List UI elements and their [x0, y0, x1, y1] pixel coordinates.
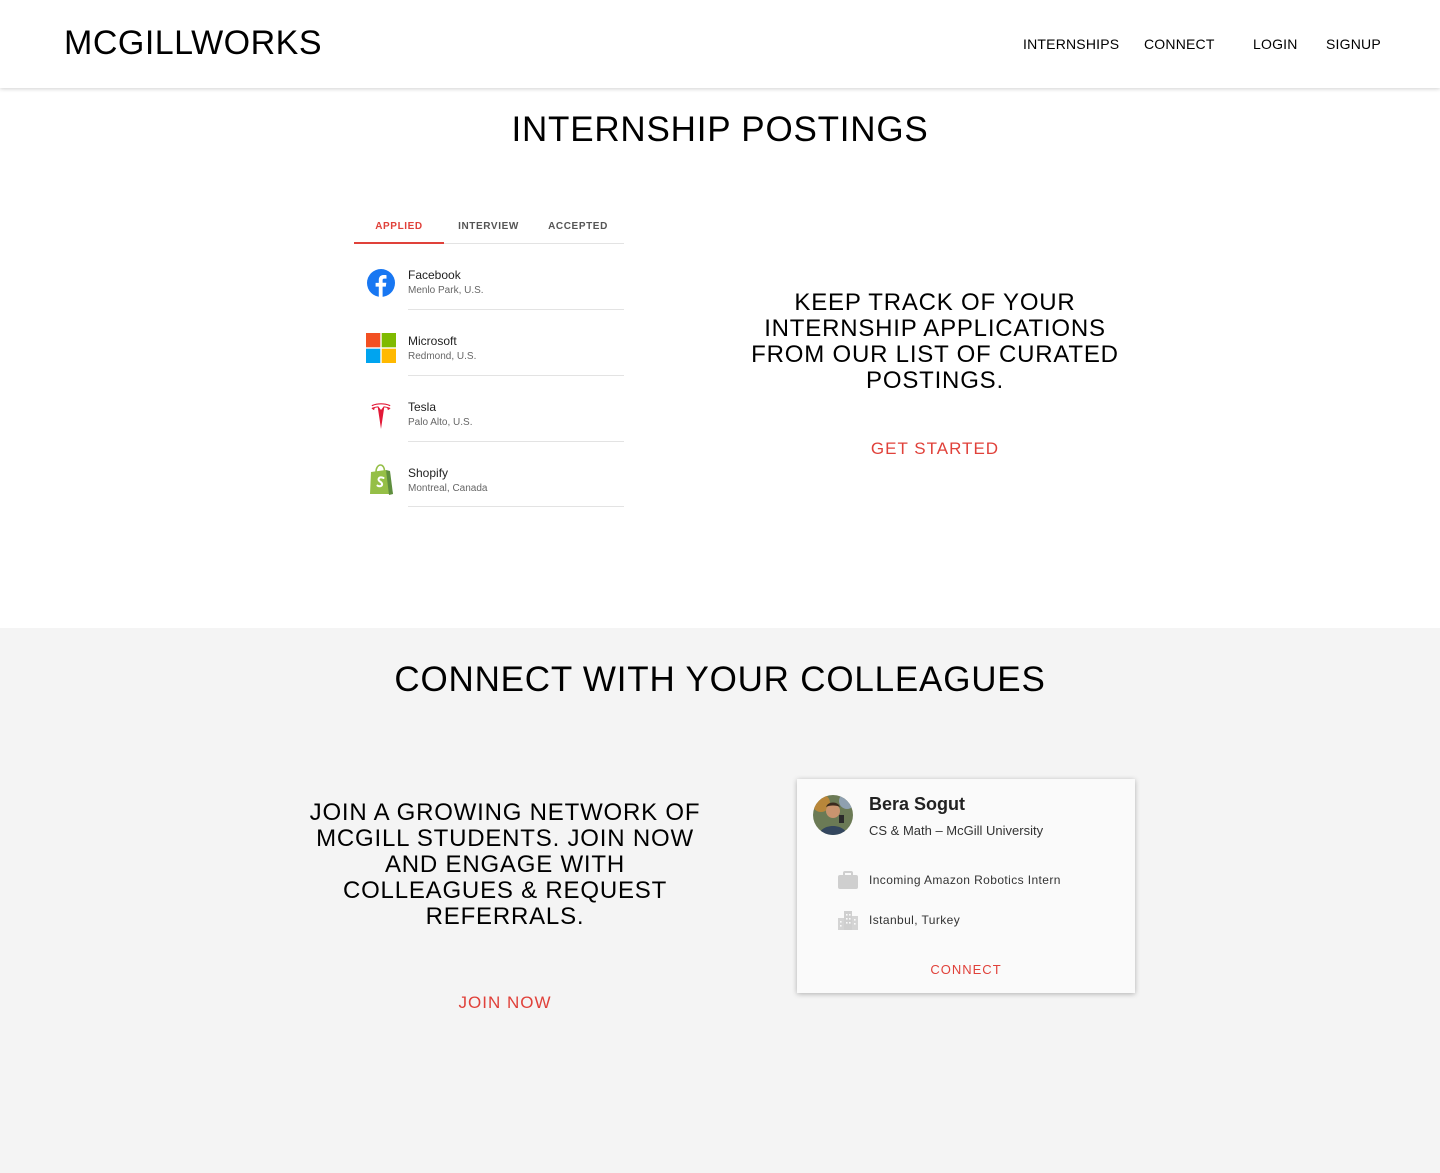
description-line: AND ENGAGE WITH: [384, 851, 625, 878]
company-location: Redmond, U.S.: [408, 351, 477, 362]
connect-button[interactable]: CONNECT: [797, 962, 1135, 977]
avatar: [813, 795, 853, 835]
tab-applied[interactable]: APPLIED: [354, 218, 444, 244]
nav-signup[interactable]: SIGNUP: [1326, 36, 1381, 52]
company-item-facebook[interactable]: Facebook Menlo Park, U.S.: [354, 244, 624, 310]
brand-logo[interactable]: MCGILLWORKS: [64, 24, 322, 63]
description-line: FROM OUR LIST OF CURATED: [751, 341, 1119, 368]
company-item-microsoft[interactable]: Microsoft Redmond, U.S.: [354, 310, 624, 376]
divider: [408, 506, 624, 507]
company-name: Tesla: [408, 400, 437, 414]
profile-position: Incoming Amazon Robotics Intern: [869, 873, 1061, 887]
profile-program: CS & Math – McGill University: [869, 823, 1044, 838]
get-started-button[interactable]: GET STARTED: [735, 439, 1135, 459]
profile-name: Bera Sogut: [869, 794, 966, 814]
company-name: Facebook: [408, 268, 461, 282]
microsoft-logo-icon: [366, 333, 396, 363]
postings-description: KEEP TRACK OF YOUR INTERNSHIP APPLICATIO…: [735, 290, 1135, 394]
tesla-logo-icon: [366, 398, 396, 429]
company-location: Montreal, Canada: [408, 483, 488, 494]
nav-login[interactable]: LOGIN: [1253, 36, 1298, 52]
postings-section: INTERNSHIP POSTINGS: [0, 88, 1440, 628]
company-location: Palo Alto, U.S.: [408, 417, 473, 428]
site-header: MCGILLWORKS INTERNSHIPS CONNECT LOGIN SI…: [0, 0, 1440, 88]
description-line: KEEP TRACK OF YOUR: [794, 289, 1076, 316]
company-item-shopify[interactable]: Shopify Montreal, Canada: [354, 441, 624, 507]
company-item-tesla[interactable]: Tesla Palo Alto, U.S.: [354, 376, 624, 442]
profile-card: Bera Sogut CS & Math – McGill University…: [797, 779, 1135, 993]
description-line: INTERNSHIP APPLICATIONS: [764, 315, 1106, 342]
description-line: MCGILL STUDENTS. JOIN NOW: [316, 825, 694, 852]
company-name: Shopify: [408, 466, 449, 480]
connect-description: JOIN A GROWING NETWORK OF MCGILL STUDENT…: [305, 800, 705, 930]
company-location: Menlo Park, U.S.: [408, 285, 484, 296]
nav-internships[interactable]: INTERNSHIPS: [1023, 36, 1119, 52]
description-line: JOIN A GROWING NETWORK OF: [309, 799, 701, 826]
nav-connect[interactable]: CONNECT: [1144, 36, 1215, 52]
tab-interview[interactable]: INTERVIEW: [444, 218, 533, 244]
join-now-button[interactable]: JOIN NOW: [305, 993, 705, 1013]
tab-accepted[interactable]: ACCEPTED: [533, 218, 623, 244]
postings-title: INTERNSHIP POSTINGS: [511, 110, 929, 149]
description-line: COLLEAGUES & REQUEST: [342, 877, 668, 904]
briefcase-icon: [837, 870, 859, 890]
city-icon: [837, 910, 859, 930]
description-line: REFERRALS.: [425, 903, 585, 930]
connect-section: CONNECT WITH YOUR COLLEAGUES JOIN A GROW…: [0, 628, 1440, 1173]
shopify-logo-icon: [366, 463, 396, 495]
connect-title: CONNECT WITH YOUR COLLEAGUES: [394, 660, 1046, 699]
application-tabs: APPLIED INTERVIEW ACCEPTED: [354, 218, 624, 244]
facebook-logo-icon: [366, 268, 396, 298]
company-name: Microsoft: [408, 334, 457, 348]
profile-location: Istanbul, Turkey: [869, 913, 961, 927]
description-line: POSTINGS.: [866, 367, 1004, 394]
